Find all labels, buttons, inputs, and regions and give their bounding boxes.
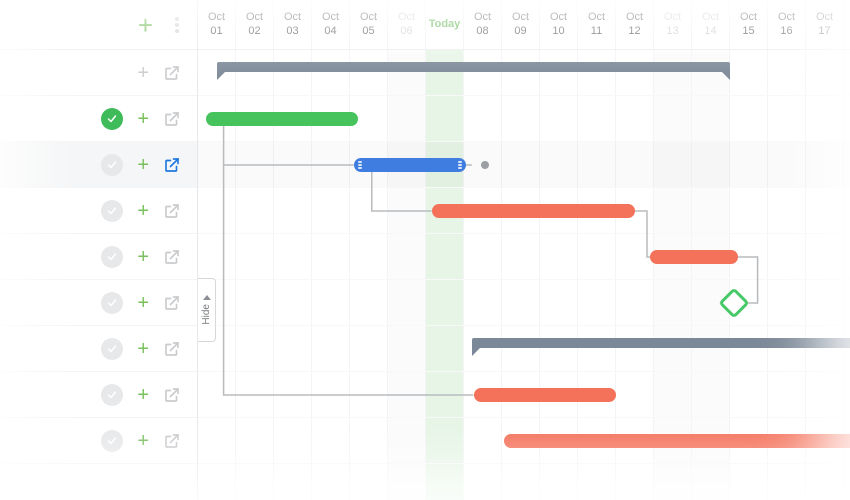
- gantt-chart: + +++++++++ Hide Oct01Oct02Oct03Oct04Oct…: [0, 0, 850, 500]
- task-bar-orange1[interactable]: [432, 204, 635, 218]
- day-column-header[interactable]: Oct15: [730, 0, 768, 49]
- day-column-header[interactable]: Oct05: [350, 0, 388, 49]
- task-row[interactable]: +: [0, 280, 197, 326]
- day-column-header[interactable]: Oct11: [578, 0, 616, 49]
- add-subtask-button[interactable]: +: [137, 339, 149, 359]
- task-row[interactable]: +: [0, 418, 197, 464]
- add-task-button[interactable]: +: [138, 12, 153, 38]
- open-task-icon[interactable]: [163, 156, 181, 174]
- day-column-header[interactable]: Oct12: [616, 0, 654, 49]
- chevron-up-icon: [203, 295, 211, 300]
- summary-bar-2[interactable]: [472, 338, 850, 348]
- open-task-icon[interactable]: [163, 294, 181, 312]
- add-subtask-button[interactable]: +: [137, 201, 149, 221]
- add-subtask-button[interactable]: +: [137, 293, 149, 313]
- task-row[interactable]: +: [0, 326, 197, 372]
- open-task-icon[interactable]: [163, 202, 181, 220]
- status-pending-icon[interactable]: [101, 338, 123, 360]
- add-subtask-button[interactable]: +: [137, 63, 149, 83]
- more-menu-button[interactable]: [175, 17, 179, 33]
- status-pending-icon[interactable]: [101, 246, 123, 268]
- open-task-icon[interactable]: [163, 248, 181, 266]
- task-bar-orange3[interactable]: [474, 388, 617, 402]
- task-row[interactable]: +: [0, 96, 197, 142]
- task-bar-orange4[interactable]: [504, 434, 850, 448]
- task-row[interactable]: +: [0, 50, 197, 96]
- open-task-icon[interactable]: [163, 64, 181, 82]
- task-bar-blue[interactable]: [354, 158, 466, 172]
- open-task-icon[interactable]: [163, 110, 181, 128]
- add-subtask-button[interactable]: +: [137, 385, 149, 405]
- task-bar-green[interactable]: [206, 112, 358, 126]
- hide-label: Hide: [201, 304, 212, 325]
- task-bar-orange2[interactable]: [650, 250, 737, 264]
- add-subtask-button[interactable]: +: [137, 109, 149, 129]
- collapse-panel-handle[interactable]: Hide: [198, 278, 216, 342]
- status-pending-icon[interactable]: [101, 200, 123, 222]
- task-list-panel: + + + + + + + + + +: [0, 0, 198, 500]
- task-row[interactable]: +: [0, 372, 197, 418]
- day-column-header[interactable]: Oct10: [540, 0, 578, 49]
- task-list-header: +: [0, 0, 197, 50]
- open-task-icon[interactable]: [163, 432, 181, 450]
- status-pending-icon[interactable]: [101, 384, 123, 406]
- task-row[interactable]: +: [0, 188, 197, 234]
- status-pending-icon[interactable]: [101, 292, 123, 314]
- task-row[interactable]: +: [0, 234, 197, 280]
- summary-bar-1[interactable]: [217, 62, 730, 72]
- day-column-header[interactable]: Oct16: [768, 0, 806, 49]
- timeline-header: Oct01Oct02Oct03Oct04Oct05Oct06TodayOct08…: [198, 0, 850, 50]
- day-column-header[interactable]: Oct03: [274, 0, 312, 49]
- add-subtask-button[interactable]: +: [137, 247, 149, 267]
- add-subtask-button[interactable]: +: [137, 155, 149, 175]
- day-column-header[interactable]: Oct01: [198, 0, 236, 49]
- status-pending-icon[interactable]: [101, 154, 123, 176]
- day-column-header[interactable]: Oct08: [464, 0, 502, 49]
- today-column-header[interactable]: Today: [426, 0, 464, 49]
- add-subtask-button[interactable]: +: [137, 431, 149, 451]
- day-column-header[interactable]: Oct06: [388, 0, 426, 49]
- day-column-header[interactable]: Oct04: [312, 0, 350, 49]
- open-task-icon[interactable]: [163, 386, 181, 404]
- day-column-header[interactable]: Oct09: [502, 0, 540, 49]
- open-task-icon[interactable]: [163, 340, 181, 358]
- status-done-icon[interactable]: [101, 108, 123, 130]
- timeline-panel: Oct01Oct02Oct03Oct04Oct05Oct06TodayOct08…: [198, 0, 850, 500]
- day-column-header[interactable]: Oct14: [692, 0, 730, 49]
- day-column-header[interactable]: Oct17: [806, 0, 844, 49]
- day-column-header[interactable]: Oct13: [654, 0, 692, 49]
- resize-handle-right[interactable]: [458, 161, 462, 169]
- resize-handle-left[interactable]: [358, 161, 362, 169]
- day-column-header[interactable]: Oct02: [236, 0, 274, 49]
- status-pending-icon[interactable]: [101, 430, 123, 452]
- task-row[interactable]: +: [0, 142, 197, 188]
